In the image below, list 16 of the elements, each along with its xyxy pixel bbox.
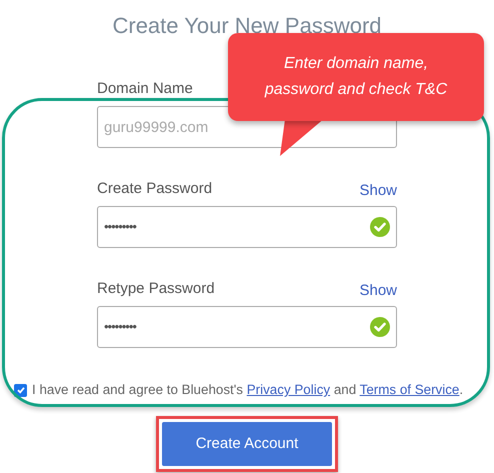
callout-text: Enter domain name, [284, 54, 428, 74]
field-label: Retype Password [97, 280, 215, 297]
privacy-policy-link[interactable]: Privacy Policy [246, 382, 330, 397]
password-field[interactable]: ••••••••• [97, 206, 397, 248]
terms-link[interactable]: Terms of Service [360, 382, 460, 397]
create-account-button[interactable]: Create Account [162, 422, 332, 466]
show-link[interactable]: Show [359, 280, 397, 302]
field-label: Create Password [97, 180, 212, 197]
page-title: Create Your New Password [112, 12, 382, 40]
agreement-text: I have read and agree to Bluehost's Privacy Policy and Terms of Service. [32, 381, 464, 399]
show-link[interactable]: Show [359, 180, 397, 202]
field-label: Domain Name [97, 80, 193, 97]
domain-input-field[interactable]: guru99999.com [97, 106, 397, 148]
password-field[interactable]: ••••••••• [97, 306, 397, 348]
callout-text: password and check T&C [264, 80, 448, 100]
agree-checkbox[interactable] [14, 384, 27, 397]
